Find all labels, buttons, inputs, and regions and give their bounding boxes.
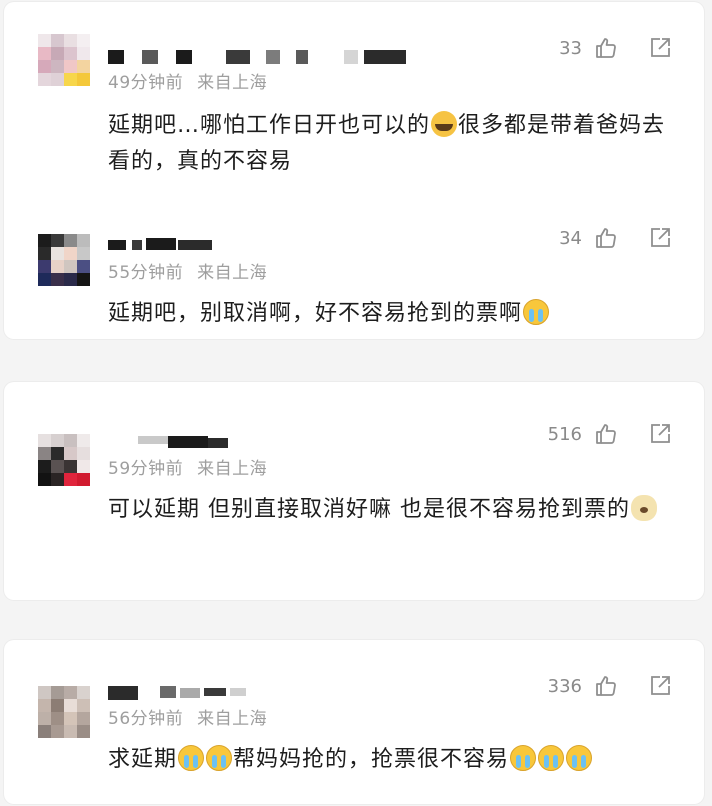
- comment-card: 59分钟前 来自上海 516 可以延期 但别直接取消好嘛 也是很不容易抢到票的: [4, 382, 704, 600]
- share-icon[interactable]: [648, 36, 672, 60]
- thumbs-up-icon[interactable]: [594, 226, 618, 250]
- crying-emoji-icon: [178, 745, 205, 771]
- comment-time: 59分钟前: [108, 459, 184, 479]
- like-count: 516: [547, 423, 582, 445]
- comment-time: 49分钟前: [108, 73, 184, 93]
- crying-emoji-icon: [566, 745, 593, 771]
- comment-location: 来自上海: [197, 73, 268, 93]
- username-redacted[interactable]: [108, 432, 418, 452]
- comment-meta: 56分钟前 来自上海: [108, 704, 267, 729]
- comment-text: 延期吧…哪怕工作日开也可以的 很多都是带着爸妈去看的，真的不容易: [108, 108, 678, 180]
- dog-emoji-icon: [631, 495, 657, 521]
- comment-time: 55分钟前: [108, 263, 184, 283]
- comment-actions: 34: [559, 224, 672, 252]
- comment-text-part: 求延期: [108, 747, 178, 772]
- comment-text-part: 延期吧…哪怕工作日开也可以的: [108, 113, 431, 138]
- avatar[interactable]: [38, 34, 90, 86]
- crying-emoji-icon: [523, 299, 550, 325]
- comment-text-part: 延期吧，别取消啊，好不容易抢到的票啊: [108, 301, 523, 326]
- comment-meta: 59分钟前 来自上海: [108, 454, 267, 479]
- comment-actions: 33: [559, 34, 672, 62]
- comment-card: 56分钟前 来自上海 336 求延期 帮妈妈抢的，抢票很不容易: [4, 640, 704, 804]
- share-icon[interactable]: [648, 422, 672, 446]
- crying-emoji-icon: [510, 745, 537, 771]
- crying-emoji-icon: [206, 745, 233, 771]
- avatar[interactable]: [38, 434, 90, 486]
- comment-text-part: 帮妈妈抢的，抢票很不容易: [233, 747, 510, 772]
- comment-location: 来自上海: [197, 709, 268, 729]
- laughing-crying-emoji-icon: [431, 111, 458, 137]
- thumbs-up-icon[interactable]: [594, 36, 618, 60]
- thumbs-up-icon[interactable]: [594, 422, 618, 446]
- like-count: 336: [547, 675, 582, 697]
- comment-meta: 55分钟前 来自上海: [108, 258, 267, 283]
- share-icon[interactable]: [648, 226, 672, 250]
- avatar[interactable]: [38, 234, 90, 286]
- thumbs-up-icon[interactable]: [594, 674, 618, 698]
- comment-actions: 516: [548, 420, 672, 448]
- comment-location: 来自上海: [197, 459, 268, 479]
- comment-text: 求延期 帮妈妈抢的，抢票很不容易: [108, 742, 678, 778]
- username-redacted[interactable]: [108, 682, 418, 702]
- like-count: 34: [559, 227, 582, 249]
- comment-actions: 336: [548, 672, 672, 700]
- comment-text: 延期吧，别取消啊，好不容易抢到的票啊: [108, 296, 678, 332]
- comment-location: 来自上海: [197, 263, 268, 283]
- comment-time: 56分钟前: [108, 709, 184, 729]
- username-redacted[interactable]: [108, 234, 418, 254]
- avatar[interactable]: [38, 686, 90, 738]
- comment-meta: 49分钟前 来自上海: [108, 68, 267, 93]
- username-redacted[interactable]: [108, 48, 418, 68]
- crying-emoji-icon: [538, 745, 565, 771]
- comment-card: 49分钟前 来自上海 33 延期吧…哪怕工作日开也可以的 很多都是带着爸妈去看的，真…: [4, 2, 704, 339]
- like-count: 33: [559, 37, 582, 59]
- comment-text-part: 可以延期 但别直接取消好嘛 也是很不容易抢到票的: [108, 497, 630, 522]
- comment-text: 可以延期 但别直接取消好嘛 也是很不容易抢到票的: [108, 492, 678, 528]
- share-icon[interactable]: [648, 674, 672, 698]
